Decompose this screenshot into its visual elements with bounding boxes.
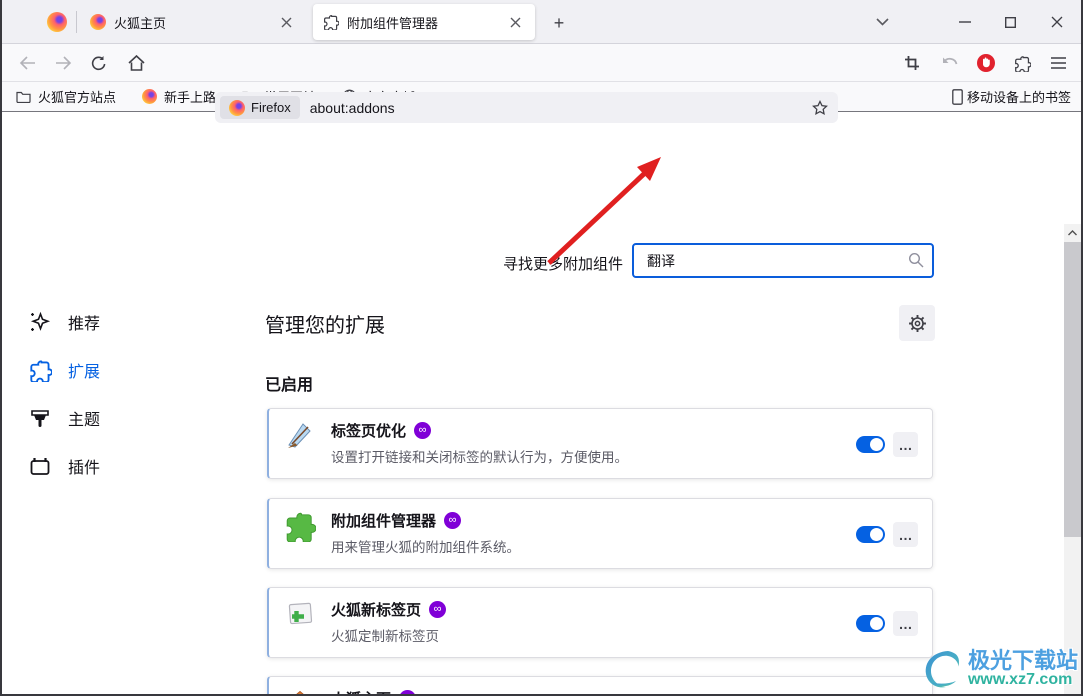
window-close-button[interactable] — [1041, 7, 1073, 37]
extension-name[interactable]: 标签页优化 — [331, 420, 406, 441]
url-bar[interactable]: Firefox about:addons — [215, 92, 838, 123]
sparkle-icon — [28, 310, 52, 334]
reload-icon[interactable] — [85, 49, 113, 77]
tab-label: 火狐主页 — [114, 15, 167, 31]
more-options-button[interactable]: … — [893, 522, 918, 547]
scroll-up-icon[interactable] — [1064, 224, 1081, 241]
recommended-badge-icon: ∞ — [399, 690, 417, 696]
maximize-button[interactable] — [994, 7, 1026, 37]
enable-toggle[interactable] — [856, 436, 885, 453]
sidebar-item-themes[interactable]: 主题 — [28, 394, 238, 442]
site-identity-chip[interactable]: Firefox — [220, 96, 300, 119]
bookmark-star-icon[interactable] — [812, 99, 828, 116]
more-options-button[interactable]: … — [893, 611, 918, 636]
mobile-bookmarks[interactable]: 移动设备上的书签 — [952, 87, 1071, 106]
menu-hamburger-icon[interactable] — [1044, 49, 1072, 77]
bookmark-folder-official[interactable]: 火狐官方站点 — [16, 87, 116, 106]
tab-separator — [76, 11, 77, 33]
addons-sidebar: 推荐 扩展 主题 插件 — [28, 298, 238, 490]
house-icon — [284, 688, 316, 696]
url-text[interactable]: about:addons — [310, 100, 395, 116]
extension-description: 火狐定制新标签页 — [331, 629, 439, 644]
puzzle-icon — [323, 14, 339, 30]
tab-list-chevron-icon[interactable] — [866, 7, 898, 37]
extension-description: 设置打开链接和关闭标签的默认行为，方便使用。 — [331, 450, 628, 465]
firefox-menu-icon[interactable] — [47, 12, 67, 32]
folder-icon — [16, 91, 31, 103]
back-icon[interactable] — [13, 49, 41, 77]
scrollbar[interactable] — [1064, 224, 1081, 696]
firefox-icon — [229, 99, 245, 116]
about-addons-page: 寻找更多附加组件 推荐 扩展 — [0, 112, 1083, 696]
tab-close-icon[interactable] — [276, 12, 296, 32]
recommended-badge-icon: ∞ — [444, 512, 462, 529]
search-label: 寻找更多附加组件 — [503, 256, 624, 273]
adblock-hand-icon[interactable] — [972, 49, 1000, 77]
navigation-toolbar: Firefox about:addons — [0, 44, 1083, 123]
minimize-button[interactable] — [949, 7, 981, 37]
tab-bar: 火狐主页 附加组件管理器 + — [0, 0, 1083, 44]
screenshot-icon[interactable] — [898, 49, 926, 77]
sidebar-item-extensions[interactable]: 扩展 — [28, 346, 238, 394]
plugin-icon — [28, 454, 52, 478]
new-tab-button[interactable]: + — [546, 10, 572, 36]
firefox-icon — [142, 89, 158, 104]
search-icon — [908, 252, 924, 268]
sidebar-item-plugins[interactable]: 插件 — [28, 442, 238, 490]
paintbrush-icon — [28, 406, 52, 430]
identity-label: Firefox — [251, 100, 291, 115]
gear-icon — [908, 314, 927, 333]
extension-name[interactable]: 火狐主页 — [331, 688, 391, 696]
forward-icon[interactable] — [49, 49, 77, 77]
scrollbar-thumb[interactable] — [1064, 242, 1081, 537]
search-box — [632, 243, 934, 278]
home-icon[interactable] — [122, 49, 150, 77]
extension-card-tab-optimizer[interactable]: 标签页优化 ∞ 设置打开链接和关闭标签的默认行为，方便使用。 … — [267, 408, 933, 479]
recommended-badge-icon: ∞ — [429, 601, 447, 618]
extension-description: 用来管理火狐的附加组件系统。 — [331, 540, 520, 555]
tab-addons-manager[interactable]: 附加组件管理器 — [313, 4, 535, 40]
search-input[interactable] — [632, 243, 934, 278]
tools-for-all-addons-button[interactable] — [899, 305, 935, 341]
mobile-icon — [952, 88, 963, 105]
quill-icon — [284, 420, 316, 452]
section-enabled: 已启用 — [265, 377, 314, 394]
tab-close-icon[interactable] — [505, 12, 525, 32]
bookmark-getting-started[interactable]: 新手上路 — [142, 87, 216, 106]
enable-toggle[interactable] — [856, 615, 885, 632]
tab-home[interactable]: 火狐主页 — [80, 0, 306, 44]
page-title: 管理您的扩展 — [265, 315, 385, 337]
extension-card-addons-manager[interactable]: 附加组件管理器 ∞ 用来管理火狐的附加组件系统。 … — [267, 498, 933, 569]
firefox-icon — [90, 14, 106, 30]
tab-label: 附加组件管理器 — [347, 15, 439, 31]
recommended-badge-icon: ∞ — [414, 422, 432, 439]
sidebar-item-recommended[interactable]: 推荐 — [28, 298, 238, 346]
extensions-puzzle-icon[interactable] — [1008, 49, 1036, 77]
extension-name[interactable]: 附加组件管理器 — [331, 510, 436, 531]
extension-card-homepage[interactable]: 火狐主页 ∞ 火狐定制主页，包括最近访问页面、最常访问页面以及新标签页等 … — [267, 676, 933, 696]
undo-icon[interactable] — [936, 49, 964, 77]
browser-window: 火狐主页 附加组件管理器 + Firefox about:addons 火狐官方… — [0, 0, 1083, 696]
extension-name[interactable]: 火狐新标签页 — [331, 599, 421, 620]
green-puzzle-icon — [284, 510, 316, 542]
more-options-button[interactable]: … — [893, 432, 918, 457]
enable-toggle[interactable] — [856, 526, 885, 543]
newtab-page-icon — [284, 599, 316, 631]
puzzle-icon — [28, 358, 52, 382]
extension-card-new-tab[interactable]: 火狐新标签页 ∞ 火狐定制新标签页 … — [267, 587, 933, 658]
